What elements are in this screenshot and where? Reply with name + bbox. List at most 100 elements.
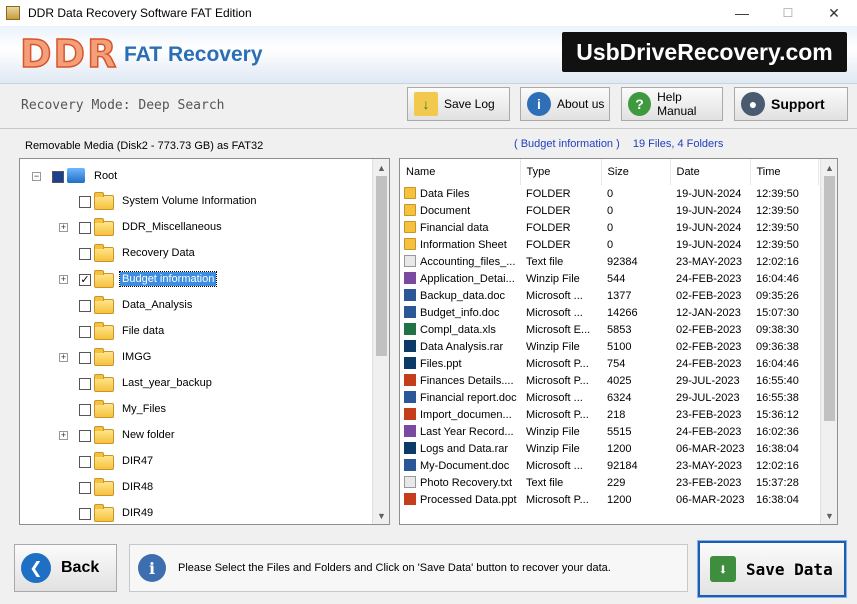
maximize-button[interactable]: ☐ — [765, 0, 811, 26]
tree-item[interactable]: + Budget information — [20, 269, 360, 291]
table-row[interactable]: Photo Recovery.txt Text file 229 23-FEB-202… — [400, 474, 818, 491]
file-date: 23-FEB-2023 — [676, 408, 742, 421]
tree-item[interactable]: DIR48 — [20, 477, 360, 499]
expand-icon[interactable]: + — [59, 353, 68, 362]
tree-item[interactable]: Recovery Data — [20, 243, 360, 265]
column-date[interactable]: Date — [670, 159, 751, 185]
scroll-down-icon[interactable]: ▼ — [373, 507, 389, 524]
file-name-cell: Financial data — [400, 219, 520, 236]
file-time: 16:38:04 — [756, 493, 799, 506]
save-data-button[interactable]: ⬇ Save Data — [697, 540, 847, 598]
table-header: Name Type Size Date Time — [400, 159, 819, 185]
folder-icon — [94, 244, 114, 262]
support-button[interactable]: ● Support — [734, 87, 848, 121]
scroll-down-icon[interactable]: ▼ — [821, 507, 837, 524]
file-name: Financial report.doc — [420, 392, 517, 404]
expand-icon[interactable]: + — [59, 431, 68, 440]
folder-icon — [94, 270, 114, 288]
table-row[interactable]: Document FOLDER 0 19-JUN-2024 12:39:50 — [400, 202, 818, 219]
root-checkbox[interactable] — [52, 171, 64, 183]
tree-item-checkbox[interactable] — [79, 248, 91, 260]
back-button[interactable]: ❮ Back — [14, 544, 117, 592]
folder-icon — [94, 478, 114, 496]
table-row[interactable]: Logs and Data.rar Winzip File 1200 06-MAR-2… — [400, 440, 818, 457]
table-row[interactable]: Data Files FOLDER 0 19-JUN-2024 12:39:50 — [400, 185, 818, 202]
table-row[interactable]: Compl_data.xls Microsoft E... 5853 02-FEB-2… — [400, 321, 818, 338]
folder-tree[interactable]: − Root System Volume Information + DDR_Misce… — [19, 158, 390, 525]
table-row[interactable]: Files.ppt Microsoft P... 754 24-FEB-2023 16:… — [400, 355, 818, 372]
file-time: 12:02:16 — [756, 459, 799, 472]
tree-item[interactable]: + New folder — [20, 425, 360, 447]
file-date: 24-FEB-2023 — [676, 272, 742, 285]
table-row[interactable]: Finances Details.... Microsoft P... 4025 29… — [400, 372, 818, 389]
tree-item[interactable]: Data_Analysis — [20, 295, 360, 317]
tree-item-checkbox[interactable] — [79, 378, 91, 390]
file-time: 09:36:38 — [756, 340, 799, 353]
tree-root[interactable]: − Root — [20, 166, 360, 188]
tree-item-checkbox[interactable] — [79, 404, 91, 416]
table-row[interactable]: Last Year Record... Winzip File 5515 24-FEB… — [400, 423, 818, 440]
help-manual-button[interactable]: ? Help Manual — [621, 87, 723, 121]
table-row[interactable]: Data Analysis.rar Winzip File 5100 02-FEB-2… — [400, 338, 818, 355]
file-type: Winzip File — [526, 340, 580, 353]
file-name-cell: My-Document.doc — [400, 457, 520, 474]
save-log-button[interactable]: ↓ Save Log — [407, 87, 510, 121]
column-type[interactable]: Type — [520, 159, 602, 185]
collapse-icon[interactable]: − — [32, 172, 41, 181]
file-time: 12:39:50 — [756, 238, 799, 251]
about-us-button[interactable]: i About us — [520, 87, 610, 121]
tree-item-checkbox[interactable] — [79, 456, 91, 468]
file-table: Name Type Size Date Time Data Files FOLDE… — [400, 159, 819, 508]
file-list[interactable]: Name Type Size Date Time Data Files FOLDE… — [399, 158, 838, 525]
scroll-up-icon[interactable]: ▲ — [373, 159, 389, 176]
table-row[interactable]: Financial report.doc Microsoft ... 6324 29-… — [400, 389, 818, 406]
folder-icon — [94, 400, 114, 418]
tree-item[interactable]: Last_year_backup — [20, 373, 360, 395]
table-row[interactable]: Budget_info.doc Microsoft ... 14266 12-JAN-… — [400, 304, 818, 321]
tree-item-checkbox[interactable] — [79, 430, 91, 442]
column-time[interactable]: Time — [750, 159, 819, 185]
tree-item-checkbox[interactable] — [79, 196, 91, 208]
tree-scrollbar[interactable]: ▲ ▼ — [372, 159, 389, 524]
tree-item-checkbox[interactable] — [79, 326, 91, 338]
tree-item-checkbox[interactable] — [79, 300, 91, 312]
file-list-scrollbar[interactable]: ▲ ▼ — [820, 159, 837, 524]
minimize-button[interactable]: — — [719, 0, 765, 26]
file-name-cell: Files.ppt — [400, 355, 520, 372]
tree-item-checkbox[interactable] — [79, 222, 91, 234]
expand-icon[interactable]: + — [59, 223, 68, 232]
file-date: 23-FEB-2023 — [676, 476, 742, 489]
tree-item-checkbox[interactable] — [79, 482, 91, 494]
download-drive-icon: ⬇ — [710, 556, 736, 582]
column-name[interactable]: Name — [400, 159, 521, 185]
word-file-icon — [404, 391, 416, 403]
tree-item-checkbox[interactable] — [79, 508, 91, 520]
file-scroll-thumb[interactable] — [824, 176, 835, 421]
tree-item-checkbox[interactable] — [79, 274, 91, 286]
tree-item[interactable]: DIR47 — [20, 451, 360, 473]
table-row[interactable]: Import_documen... Microsoft P... 218 23-FEB… — [400, 406, 818, 423]
table-row[interactable]: Application_Detai... Winzip File 544 24-FEB… — [400, 270, 818, 287]
close-button[interactable]: ✕ — [811, 0, 857, 26]
table-row[interactable]: Accounting_files_... Text file 92384 23-MAY… — [400, 253, 818, 270]
tree-item[interactable]: System Volume Information — [20, 191, 360, 213]
table-row[interactable]: Processed Data.ppt Microsoft P... 1200 06-M… — [400, 491, 818, 508]
tree-item[interactable]: My_Files — [20, 399, 360, 421]
tree-item[interactable]: File data — [20, 321, 360, 343]
file-time: 15:36:12 — [756, 408, 799, 421]
table-row[interactable]: My-Document.doc Microsoft ... 92184 23-MAY-… — [400, 457, 818, 474]
tree-item[interactable]: DIR49 — [20, 503, 360, 524]
file-size: 0 — [607, 204, 614, 217]
expand-icon[interactable]: + — [59, 275, 68, 284]
scroll-up-icon[interactable]: ▲ — [821, 159, 837, 176]
table-row[interactable]: Backup_data.doc Microsoft ... 1377 02-FEB-2… — [400, 287, 818, 304]
file-type: Text file — [526, 476, 564, 489]
tree-item[interactable]: + DDR_Miscellaneous — [20, 217, 360, 239]
tree-item[interactable]: + IMGG — [20, 347, 360, 369]
tree-scroll-thumb[interactable] — [376, 176, 387, 356]
table-row[interactable]: Information Sheet FOLDER 0 19-JUN-2024 12:39… — [400, 236, 818, 253]
column-size[interactable]: Size — [601, 159, 671, 185]
table-row[interactable]: Financial data FOLDER 0 19-JUN-2024 12:39:50 — [400, 219, 818, 236]
tree-item-checkbox[interactable] — [79, 352, 91, 364]
product-name: FAT Recovery — [124, 43, 263, 66]
